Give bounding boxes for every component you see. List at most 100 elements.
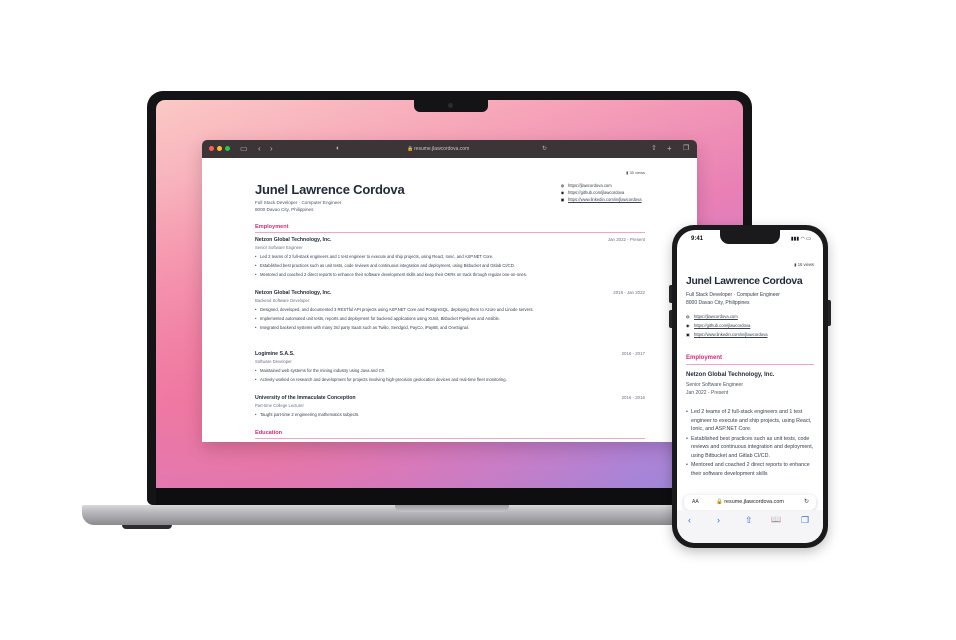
laptop-bottom-bezel (156, 488, 743, 505)
sidebar-toggle-icon[interactable]: ▭ (240, 143, 248, 155)
close-window-button[interactable] (209, 146, 214, 151)
lock-icon: 🔒 (716, 499, 725, 505)
back-icon[interactable]: ‹ (688, 515, 691, 525)
github-icon: ◉ (560, 190, 565, 195)
laptop-base-notch (395, 505, 509, 512)
link-linkedin[interactable]: ▣ https://www.linkedin.com/in/jlawcordov… (560, 196, 642, 203)
view-count: ▮ 16 views (794, 262, 814, 267)
phone-notch (720, 230, 780, 244)
job-bullet: Implemented automated unit tests, report… (255, 316, 575, 322)
job-dates: 2016 - 2016 (621, 395, 645, 400)
github-icon: ◉ (686, 323, 690, 328)
job-bullets: Maintained web systems for the mining in… (255, 368, 645, 383)
job-dates: Jan 2022 - Present (686, 390, 729, 396)
job-company: Netzon Global Technology, Inc. (255, 290, 332, 296)
address-bar[interactable]: resume.jlawcordova.com (414, 144, 469, 154)
share-icon[interactable]: ⇧ (651, 143, 657, 155)
reload-icon[interactable]: ↻ (804, 498, 809, 505)
forward-icon[interactable]: › (717, 515, 720, 525)
job-role: Backend Software Developer (255, 298, 310, 303)
job-bullet: Established best practices such as unit … (255, 263, 575, 269)
job-role: Senior Software Engineer (255, 245, 303, 250)
job-bullet: Designed, developed, and documented 3 RE… (255, 307, 575, 313)
divider (686, 364, 814, 365)
job-dates: Jan 2022 - Present (607, 237, 645, 242)
globe-icon: ◍ (560, 183, 565, 188)
status-icons: ▮▮▮ ◠ ▭ (790, 236, 811, 242)
section-heading-education: Education (255, 430, 283, 436)
page-title: Junel Lawrence Cordova (686, 276, 803, 287)
linkedin-icon: ▣ (686, 332, 690, 337)
mobile-address-bar[interactable]: AA 🔒 resume.jlawcordova.com ↻ (684, 495, 816, 510)
browser-toolbar: ▭ ‹ › ◐ 🔒 resume.jlawcordova.com ↻ ⇧ + ❐ (202, 140, 697, 158)
power-button (828, 300, 831, 326)
job-bullet: Established best practices such as unit … (686, 435, 816, 461)
browser-window: ▭ ‹ › ◐ 🔒 resume.jlawcordova.com ↻ ⇧ + ❐… (202, 140, 697, 442)
job-dates: 2018 - Jan 2022 (613, 290, 645, 295)
job-company: Netzon Global Technology, Inc. (686, 372, 775, 378)
job-entry: Logimine S.A.S. 2016 - 2017 Software Dev… (255, 351, 645, 386)
job-bullets: Taught part-time 2 engineering mathemati… (255, 412, 645, 418)
linkedin-icon: ▣ (560, 197, 565, 202)
job-bullets: Designed, developed, and documented 3 RE… (255, 307, 645, 331)
location: 8000 Davao City, Philippines (686, 300, 750, 306)
divider (255, 232, 645, 233)
back-icon[interactable]: ‹ (258, 143, 261, 155)
tabs-icon[interactable]: ❐ (801, 515, 809, 526)
reload-icon[interactable]: ↻ (542, 143, 547, 155)
link-github[interactable]: ◉ https://github.com/jlawcordova (560, 189, 642, 196)
link-website[interactable]: ◍ https://jlawcordova.com (560, 182, 642, 189)
job-entry: Netzon Global Technology, Inc. Jan 2022 … (255, 237, 645, 281)
page-title: Junel Lawrence Cordova (255, 182, 405, 197)
job-bullet: Led 2 teams of 2 full-stack engineers an… (255, 254, 575, 260)
job-entry: Netzon Global Technology, Inc. 2018 - Ja… (255, 290, 645, 334)
mobile-toolbar: ‹ › ⇧ 📖 ❐ (677, 510, 823, 543)
job-bullet: Integrated backend systems with many 3rd… (255, 325, 575, 331)
resume-page: ▮ 35 views Junel Lawrence Cordova Full S… (202, 158, 697, 442)
divider (255, 438, 645, 439)
job-bullet: Mentored and coached 2 direct reports to… (686, 461, 816, 478)
camera-icon (448, 103, 453, 108)
section-heading-employment: Employment (686, 355, 723, 361)
laptop-foot-left (122, 525, 172, 529)
section-heading-employment: Employment (255, 224, 289, 230)
job-bullets: Led 2 teams of 2 full-stack engineers an… (686, 408, 816, 479)
job-role: Part-time College Lecturer (255, 403, 304, 408)
tab-overview-icon[interactable]: ❐ (683, 143, 689, 155)
job-title-line: Full Stack Developer · Computer Engineer (686, 292, 780, 298)
job-company: Netzon Global Technology, Inc. (255, 237, 332, 243)
bookmarks-icon[interactable]: 📖 (771, 515, 781, 524)
link-github[interactable]: ◉ https://github.com/jlawcordova (686, 323, 750, 328)
job-company: University of the Immaculate Conception (255, 395, 356, 401)
job-bullet: Led 2 teams of 2 full-stack engineers an… (686, 408, 816, 434)
job-title-line: Full Stack Developer · Computer Engineer (255, 200, 342, 205)
privacy-shield-icon[interactable]: ◐ (336, 143, 340, 155)
minimize-window-button[interactable] (217, 146, 222, 151)
address-text[interactable]: 🔒 resume.jlawcordova.com (716, 499, 784, 505)
location: 8000 Davao City, Philippines (255, 207, 314, 212)
forward-icon[interactable]: › (270, 143, 273, 155)
job-bullet: Actively worked on research and developm… (255, 377, 575, 383)
phone-screen: 9:41 ▮▮▮ ◠ ▭ ▮ 16 views Junel Lawrence C… (677, 230, 823, 543)
zoom-window-button[interactable] (225, 146, 230, 151)
link-linkedin[interactable]: ▣ https://www.linkedin.com/in/jlawcordov… (686, 332, 768, 337)
job-bullet: Mentored and coached 2 direct reports to… (255, 272, 575, 278)
reader-settings-button[interactable]: AA (692, 499, 699, 505)
job-bullet: Taught part-time 2 engineering mathemati… (255, 412, 575, 418)
new-tab-icon[interactable]: + (667, 143, 672, 155)
contact-links: ◍ https://jlawcordova.com ◉ https://gith… (560, 182, 642, 203)
job-company: Logimine S.A.S. (255, 351, 295, 357)
scene: ▭ ‹ › ◐ 🔒 resume.jlawcordova.com ↻ ⇧ + ❐… (0, 0, 956, 640)
globe-icon: ◍ (686, 314, 690, 319)
job-role: Software Developer (255, 359, 292, 364)
view-count: ▮ 35 views (626, 170, 645, 175)
share-icon[interactable]: ⇧ (745, 515, 753, 526)
job-role: Senior Software Engineer (686, 382, 743, 388)
job-entry: University of the Immaculate Conception … (255, 395, 645, 421)
job-bullets: Led 2 teams of 2 full-stack engineers an… (255, 254, 645, 278)
job-dates: 2016 - 2017 (621, 351, 645, 356)
link-website[interactable]: ◍ https://jlawcordova.com (686, 314, 738, 319)
status-time: 9:41 (691, 236, 704, 242)
job-bullet: Maintained web systems for the mining in… (255, 368, 575, 374)
lock-icon: 🔒 (407, 146, 414, 152)
